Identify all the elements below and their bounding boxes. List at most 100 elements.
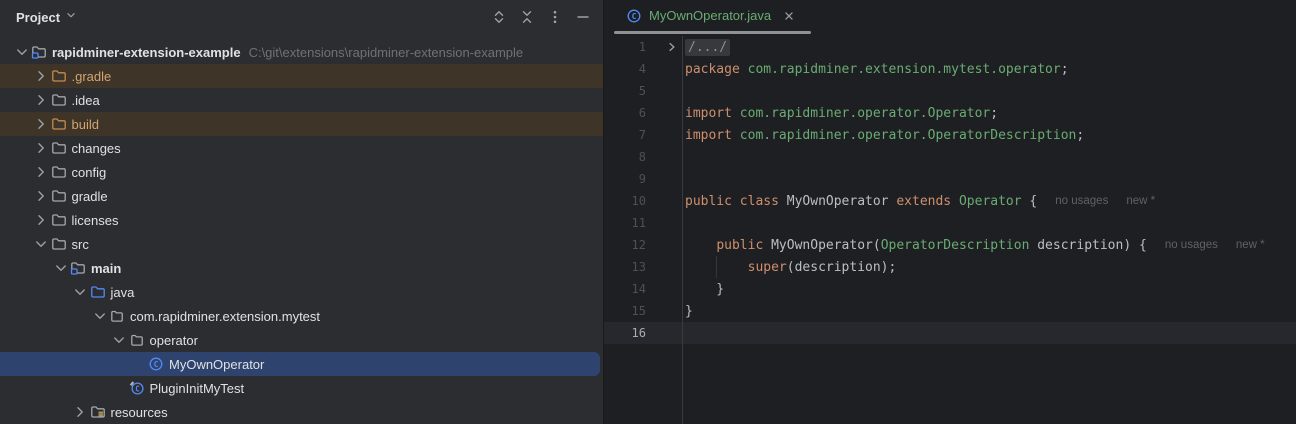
tree-item-config[interactable]: config <box>0 160 603 184</box>
tree-item-idea[interactable]: .idea <box>0 88 603 112</box>
line-number: 14 <box>604 282 646 296</box>
code-line-16[interactable]: 16 <box>604 322 1296 344</box>
tree-item-gradle[interactable]: gradle <box>0 184 603 208</box>
project-panel-header: Project <box>0 0 603 34</box>
line-number: 13 <box>604 260 646 274</box>
tree-item-main[interactable]: main <box>0 256 603 280</box>
tree-item-resources[interactable]: resources <box>0 400 603 424</box>
fold-marker-icon[interactable] <box>646 41 682 53</box>
chevron-down-icon[interactable] <box>90 308 109 324</box>
inlay-hint[interactable]: new * <box>1126 195 1155 207</box>
chevron-right-icon[interactable] <box>32 92 51 108</box>
code-line-10[interactable]: 10public class MyOwnOperator extends Ope… <box>604 190 1296 212</box>
tab-label: MyOwnOperator.java <box>649 8 771 23</box>
tree-item-label: .idea <box>72 93 100 108</box>
inlay-hint[interactable]: no usages <box>1055 195 1108 207</box>
code-line-6[interactable]: 6import com.rapidminer.operator.Operator… <box>604 102 1296 124</box>
folder-icon <box>51 164 72 180</box>
chevron-right-icon[interactable] <box>32 68 51 84</box>
code-line-14[interactable]: 14 } <box>604 278 1296 300</box>
tree-item-com-rapidminer-extension-mytest[interactable]: com.rapidminer.extension.mytest <box>0 304 603 328</box>
tree-item-src[interactable]: src <box>0 232 603 256</box>
chevron-down-icon[interactable] <box>32 236 51 252</box>
line-number: 11 <box>604 216 646 230</box>
tree-item-label: src <box>72 237 89 252</box>
close-icon[interactable] <box>782 9 796 23</box>
package-icon <box>109 308 130 324</box>
tree-item-label: MyOwnOperator <box>169 357 264 372</box>
tree-item-operator[interactable]: operator <box>0 328 603 352</box>
code-editor[interactable]: 1/.../4package com.rapidminer.extension.… <box>604 36 1296 424</box>
line-number: 10 <box>604 194 646 208</box>
folder-resources-icon <box>90 404 111 420</box>
code-line-7[interactable]: 7import com.rapidminer.operator.Operator… <box>604 124 1296 146</box>
chevron-right-icon[interactable] <box>71 404 90 420</box>
chevron-down-icon[interactable] <box>71 284 90 300</box>
line-number: 15 <box>604 304 646 318</box>
code-line-15[interactable]: 15} <box>604 300 1296 322</box>
tree-item-licenses[interactable]: licenses <box>0 208 603 232</box>
class-icon: C <box>148 356 169 372</box>
chevron-down-icon[interactable] <box>51 260 70 276</box>
tree-item-label: config <box>72 165 107 180</box>
more-options-button[interactable] <box>547 9 563 25</box>
line-number: 16 <box>604 326 646 340</box>
line-number: 8 <box>604 150 646 164</box>
code-line-8[interactable]: 8 <box>604 146 1296 168</box>
collapse-all-button[interactable] <box>519 9 535 25</box>
expand-all-icon <box>491 9 507 25</box>
svg-text:C: C <box>154 360 159 369</box>
chevron-right-icon[interactable] <box>32 212 51 228</box>
folder-excluded-icon <box>51 68 72 84</box>
tree-item-rapidminer-extension-example[interactable]: rapidminer-extension-exampleC:\git\exten… <box>0 40 603 64</box>
folder-icon <box>51 236 72 252</box>
tree-item-label: rapidminer-extension-example <box>52 45 241 60</box>
chevron-right-icon[interactable] <box>32 140 51 156</box>
tree-item-myownoperator[interactable]: C MyOwnOperator <box>0 352 600 376</box>
code-text: /.../ <box>685 40 730 55</box>
expand-all-button[interactable] <box>491 9 507 25</box>
code-line-11[interactable]: 11 <box>604 212 1296 234</box>
tree-item-label: PluginInitMyTest <box>150 381 245 396</box>
collapse-all-icon <box>519 9 535 25</box>
inlay-hint[interactable]: new * <box>1236 239 1265 251</box>
inlay-hint[interactable]: no usages <box>1165 239 1218 251</box>
tree-item-label: licenses <box>72 213 119 228</box>
tree-item-changes[interactable]: changes <box>0 136 603 160</box>
hide-panel-button[interactable] <box>575 9 591 25</box>
tree-item-label: changes <box>72 141 121 156</box>
folder-icon <box>51 212 72 228</box>
code-text: } <box>685 304 693 319</box>
chevron-right-icon[interactable] <box>32 164 51 180</box>
svg-text:C: C <box>135 384 140 393</box>
code-text: package com.rapidminer.extension.mytest.… <box>685 62 1069 77</box>
chevron-right-icon[interactable] <box>32 116 51 132</box>
chevron-down-icon[interactable] <box>110 332 129 348</box>
editor-tab[interactable]: C MyOwnOperator.java <box>614 0 808 31</box>
code-line-1[interactable]: 1/.../ <box>604 36 1296 58</box>
chevron-right-icon[interactable] <box>32 188 51 204</box>
package-icon <box>129 332 150 348</box>
code-line-13[interactable]: 13 super(description); <box>604 256 1296 278</box>
folded-region[interactable]: /.../ <box>685 39 730 56</box>
tree-item-gradle[interactable]: .gradle <box>0 64 603 88</box>
project-view-selector[interactable]: Project <box>16 8 78 27</box>
tree-item-label: operator <box>150 333 198 348</box>
class-icon: C <box>626 8 642 24</box>
editor-area: C MyOwnOperator.java 1/.../4package com.… <box>603 0 1296 424</box>
tree-item-plugininitmytest[interactable]: C PluginInitMyTest <box>0 376 603 400</box>
tree-item-label: com.rapidminer.extension.mytest <box>130 309 320 324</box>
code-line-12[interactable]: 12 public MyOwnOperator(OperatorDescript… <box>604 234 1296 256</box>
panel-toolbar <box>491 9 595 25</box>
code-line-4[interactable]: 4package com.rapidminer.extension.mytest… <box>604 58 1296 80</box>
tree-item-java[interactable]: java <box>0 280 603 304</box>
editor-tab-bar: C MyOwnOperator.java <box>604 0 1296 36</box>
folder-icon <box>51 188 72 204</box>
chevron-down-icon[interactable] <box>12 44 31 60</box>
code-line-9[interactable]: 9 <box>604 168 1296 190</box>
code-line-5[interactable]: 5 <box>604 80 1296 102</box>
class-entry-icon: C <box>129 380 150 396</box>
folder-excluded-icon <box>51 116 72 132</box>
folder-module-icon <box>70 260 91 276</box>
tree-item-build[interactable]: build <box>0 112 603 136</box>
